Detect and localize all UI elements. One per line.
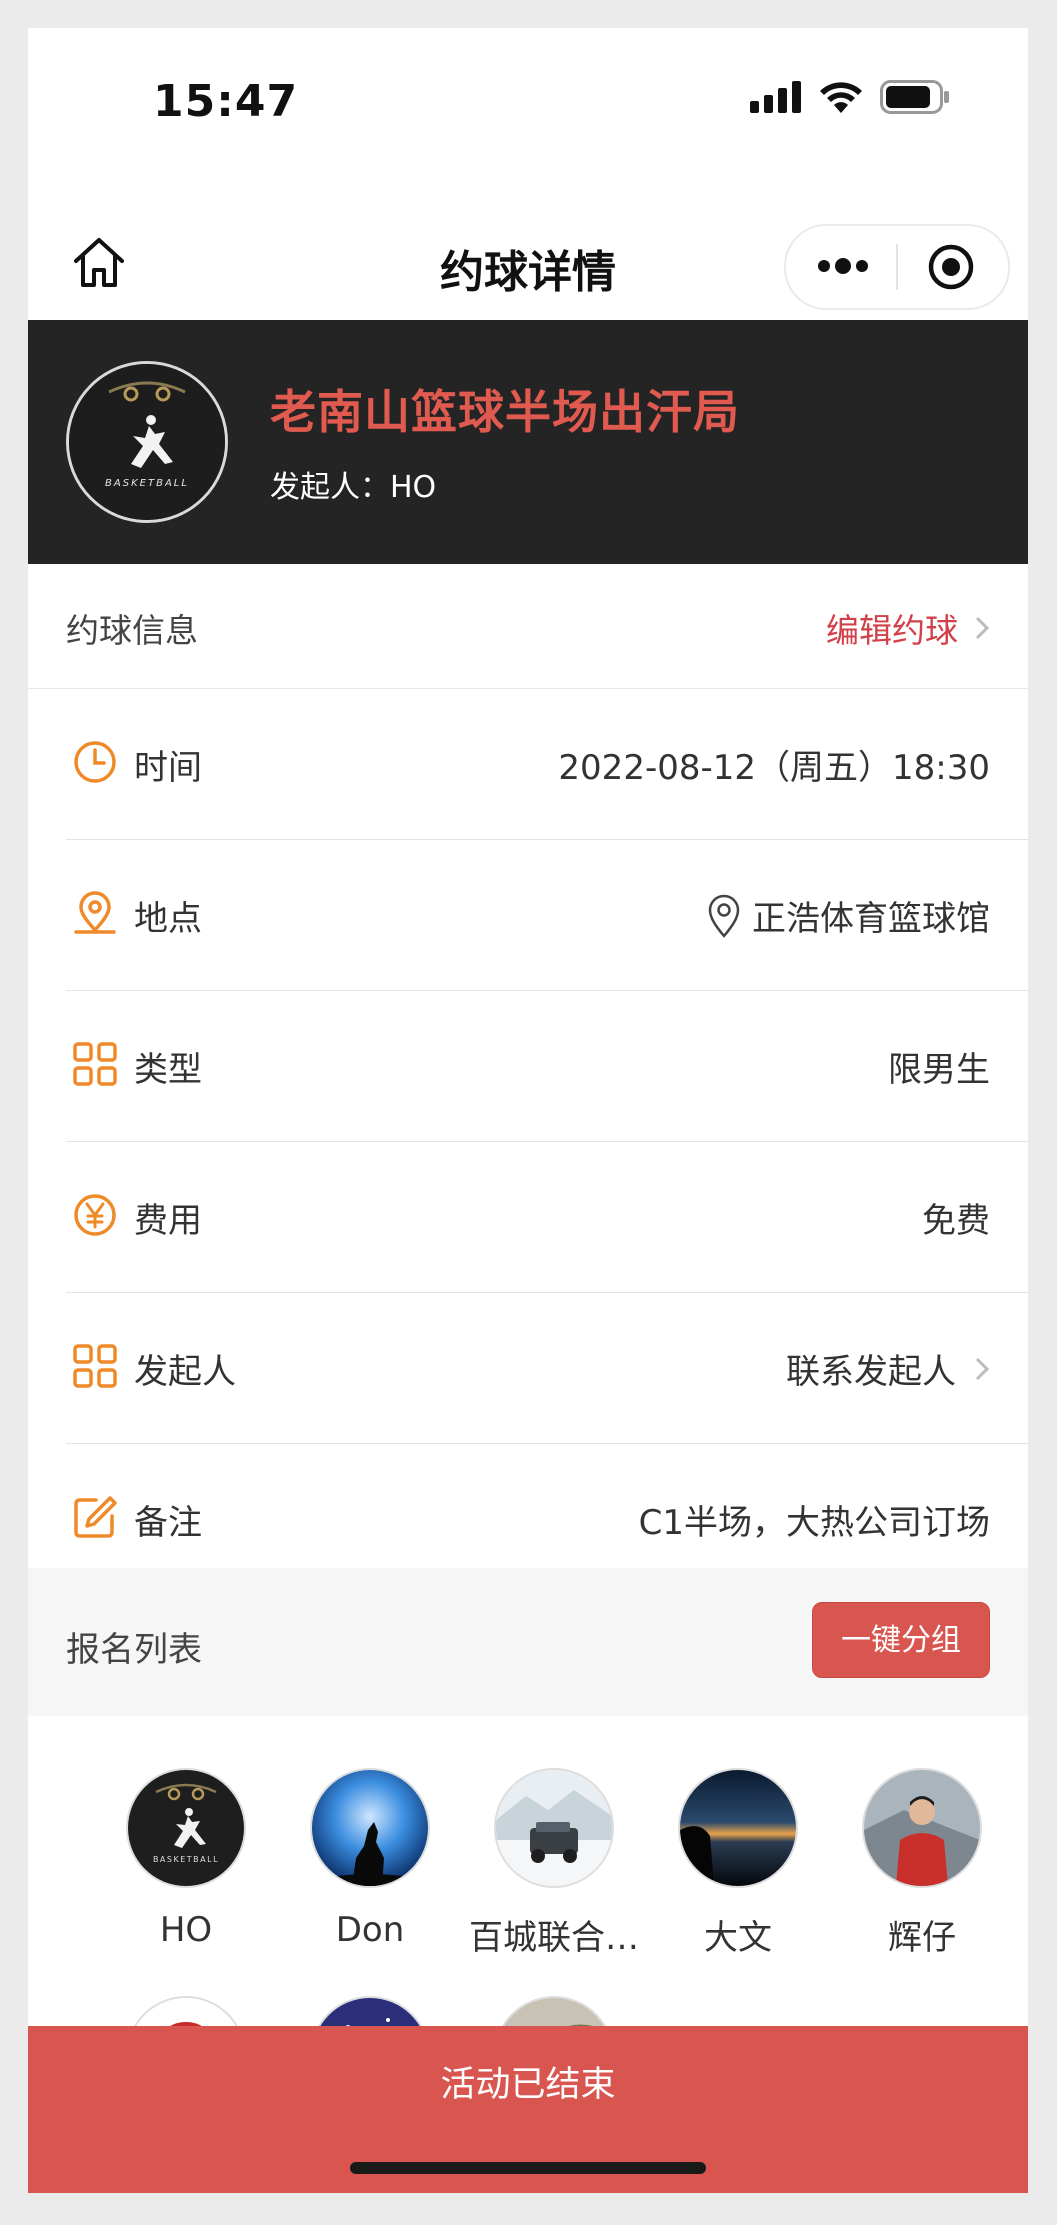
info-section-label: 约球信息 <box>66 611 198 650</box>
info-row-label: 发起人 <box>134 1352 236 1392</box>
fee-value: 免费 <box>922 1201 990 1241</box>
edit-event-label: 编辑约球 <box>826 611 958 650</box>
member-name: HO <box>159 1910 213 1950</box>
info-row-location: 地点 正浩体育篮球馆 <box>66 839 1028 991</box>
chevron-right-icon <box>975 1357 990 1380</box>
member-name: 百城联合… <box>469 1918 639 1958</box>
yen-icon <box>74 1194 116 1236</box>
type-value: 限男生 <box>888 1050 990 1090</box>
auto-group-button[interactable]: 一键分组 <box>812 1602 990 1678</box>
location-icon <box>74 891 116 934</box>
info-row-time: 时间 2022-08-12（周五）18:30 <box>66 688 1028 840</box>
info-row-label: 地点 <box>134 899 202 939</box>
grid-icon <box>73 1344 117 1388</box>
event-title: 老南山篮球半场出汗局 <box>270 385 740 439</box>
member-name: Don <box>335 1910 405 1950</box>
info-row-type: 类型 限男生 <box>66 990 1028 1142</box>
status-bar: 15:47 <box>28 28 1028 178</box>
svg-text:BASKETBALL: BASKETBALL <box>105 478 189 489</box>
info-row-value: C1半场，大热公司订场 <box>639 1495 990 1544</box>
svg-text:BASKETBALL: BASKETBALL <box>153 1855 219 1864</box>
info-row-label: 费用 <box>134 1201 202 1241</box>
info-row-label: 类型 <box>134 1050 202 1090</box>
member-item[interactable]: 大文 <box>646 1768 830 1959</box>
member-name: 大文 <box>704 1918 772 1958</box>
chevron-right-icon <box>975 616 990 640</box>
more-icon[interactable] <box>816 248 870 284</box>
avatar <box>310 1768 430 1888</box>
nav-bar: 约球详情 <box>28 178 1028 320</box>
battery-icon <box>880 80 949 114</box>
capsule-divider <box>896 244 898 290</box>
avatar <box>862 1768 982 1888</box>
location-value: 正浩体育篮球馆 <box>752 899 990 939</box>
signup-list-header: 报名列表 一键分组 <box>28 1568 1028 1717</box>
avatar <box>678 1768 798 1888</box>
info-row-organizer: 发起人 联系发起人 <box>66 1292 1028 1444</box>
grid-icon <box>73 1042 117 1086</box>
mini-program-capsule <box>784 224 1010 310</box>
member-item[interactable]: 百城联合… <box>462 1768 646 1959</box>
info-row-value: 2022-08-12（周五）18:30 <box>558 740 990 789</box>
member-name: 辉仔 <box>888 1918 956 1958</box>
member-grid: BASKETBALL HO Don 百城联合… 大文 辉仔 <box>28 1716 1028 2116</box>
contact-organizer-label: 联系发起人 <box>786 1352 956 1392</box>
avatar: BASKETBALL <box>126 1768 246 1888</box>
close-target-icon[interactable] <box>927 243 975 291</box>
info-row-label: 备注 <box>134 1503 202 1543</box>
organizer-line: 发起人：HO <box>270 470 437 505</box>
event-ended-label: 活动已结束 <box>440 2065 616 2105</box>
time-value: 2022-08-12（周五）18:30 <box>558 748 990 788</box>
info-row-fee: 费用 免费 <box>66 1141 1028 1293</box>
phone-screen: 15:47 约球详情 BASKETBALL 老南山篮球半场出汗局 发起人：HO … <box>28 28 1028 2193</box>
avatar <box>494 1768 614 1888</box>
status-time: 15:47 <box>153 76 299 127</box>
contact-organizer-link[interactable]: 联系发起人 <box>786 1344 990 1393</box>
jordan-logo-icon: BASKETBALL <box>69 364 225 520</box>
clock-icon <box>74 741 116 783</box>
home-indicator <box>350 2162 706 2174</box>
notes-value: C1半场，大热公司订场 <box>638 1503 990 1543</box>
map-pin-icon <box>708 894 740 938</box>
event-status-bar: 活动已结束 <box>28 2026 1028 2193</box>
member-item[interactable]: 辉仔 <box>830 1768 1014 1959</box>
signup-list-label: 报名列表 <box>66 1630 202 1670</box>
location-link[interactable]: 正浩体育篮球馆 <box>706 891 990 940</box>
info-section-header: 约球信息 编辑约球 <box>28 564 1028 689</box>
info-row-label: 时间 <box>134 748 202 788</box>
wifi-icon <box>820 82 862 113</box>
event-header: BASKETBALL 老南山篮球半场出汗局 发起人：HO <box>28 320 1028 564</box>
edit-event-link[interactable]: 编辑约球 <box>826 604 990 652</box>
edit-icon <box>74 1496 117 1538</box>
info-row-value: 限男生 <box>888 1042 990 1091</box>
info-row-value: 免费 <box>922 1193 990 1242</box>
member-item[interactable]: Don <box>278 1768 462 1950</box>
organizer-avatar: BASKETBALL <box>66 361 228 523</box>
status-icons <box>750 80 950 114</box>
member-item[interactable]: BASKETBALL HO <box>94 1768 278 1950</box>
signal-icon <box>750 81 801 113</box>
